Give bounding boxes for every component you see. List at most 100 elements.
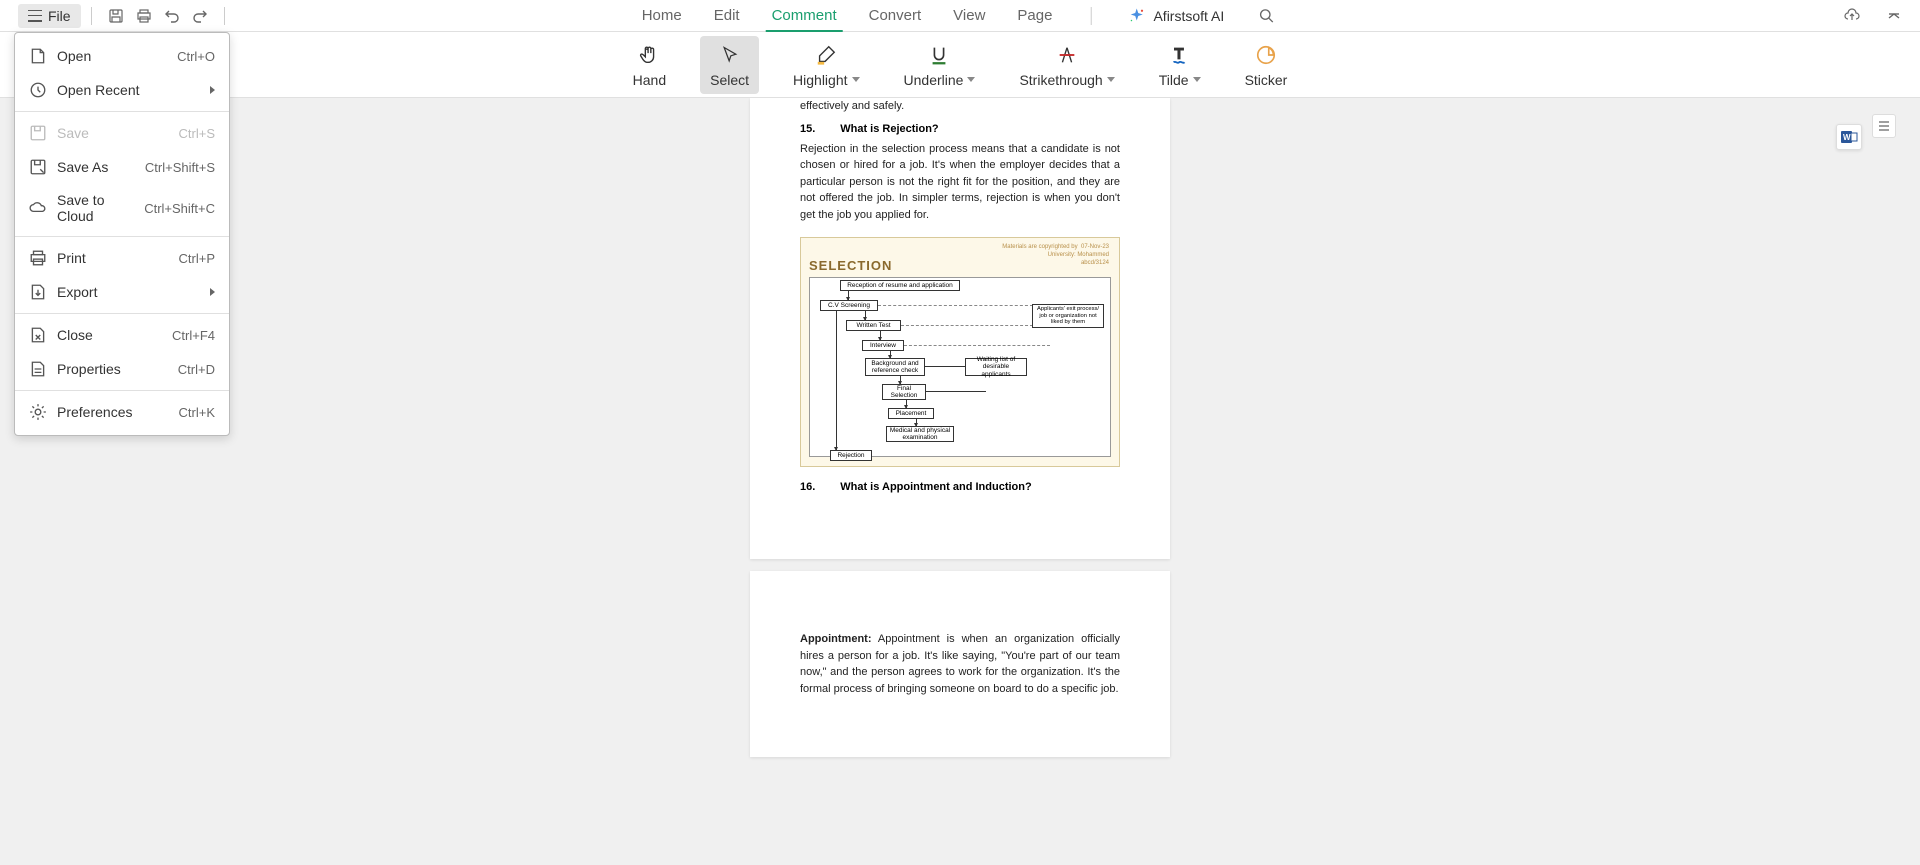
print-icon	[136, 8, 152, 24]
file-menu-button[interactable]: File	[18, 4, 81, 28]
ai-button[interactable]: Afirstsoft AI	[1127, 7, 1224, 25]
select-label: Select	[710, 72, 749, 88]
save-icon-button[interactable]	[102, 2, 130, 30]
separator	[15, 236, 229, 237]
save-as-icon	[29, 158, 47, 176]
separator	[15, 390, 229, 391]
sticker-label: Sticker	[1245, 72, 1288, 88]
redo-icon	[192, 8, 208, 24]
hand-tool[interactable]: Hand	[623, 36, 676, 94]
collapse-button[interactable]	[1880, 2, 1908, 30]
selection-flowchart-figure: Materials are copyrighted by 07-Nov-23 U…	[800, 237, 1120, 467]
search-icon	[1259, 8, 1274, 23]
undo-button[interactable]	[158, 2, 186, 30]
sticker-tool[interactable]: Sticker	[1235, 36, 1298, 94]
flowchart-box: Final Selection	[882, 384, 926, 400]
title-bar: File Home Edit Comment Convert View Page…	[0, 0, 1920, 32]
file-print[interactable]: Print Ctrl+P	[15, 241, 229, 275]
file-properties[interactable]: Properties Ctrl+D	[15, 352, 229, 386]
word-icon: W	[1840, 128, 1858, 146]
file-dropdown-menu: Open Ctrl+O Open Recent Save Ctrl+S Save…	[14, 32, 230, 436]
flowchart-box: Interview	[862, 340, 904, 351]
flowchart-box: Applicants' exit process/ job or organiz…	[1032, 304, 1104, 328]
body-text: Appointment: Appointment is when an orga…	[800, 631, 1120, 697]
flowchart-box: C.V Screening	[820, 300, 878, 311]
word-export-button[interactable]: W	[1836, 124, 1862, 150]
main-menu-bar: Home Edit Comment Convert View Page Afir…	[640, 0, 1281, 31]
body-text: Rejection in the selection process means…	[800, 141, 1120, 224]
panel-lines-icon	[1877, 119, 1891, 133]
heading-text: What is Appointment and Induction?	[840, 481, 1031, 493]
hamburger-icon	[28, 10, 42, 22]
highlight-label: Highlight	[793, 72, 847, 88]
strikethrough-icon	[1056, 44, 1078, 66]
strikethrough-label: Strikethrough	[1019, 72, 1102, 88]
redo-button[interactable]	[186, 2, 214, 30]
flowchart-box: Reception of resume and application	[840, 280, 960, 291]
menu-page[interactable]: Page	[1015, 0, 1054, 31]
flowchart-canvas: Reception of resume and application C.V …	[809, 277, 1111, 457]
chevron-down-icon	[1107, 77, 1115, 82]
strikethrough-tool[interactable]: Strikethrough	[1009, 36, 1124, 94]
separator	[91, 7, 92, 25]
sticker-icon	[1255, 44, 1277, 66]
export-icon	[29, 283, 47, 301]
question-heading-15: 15. What is Rejection?	[800, 123, 1120, 135]
file-menu-label: File	[48, 8, 71, 24]
file-open-recent[interactable]: Open Recent	[15, 73, 229, 107]
menu-view[interactable]: View	[951, 0, 987, 31]
underline-tool[interactable]: Underline	[894, 36, 986, 94]
chevron-down-icon	[967, 77, 975, 82]
flowchart-box: Background and reference check	[865, 358, 925, 376]
heading-number: 16.	[800, 481, 828, 493]
highlight-tool[interactable]: Highlight	[783, 36, 869, 94]
file-save-as[interactable]: Save As Ctrl+Shift+S	[15, 150, 229, 184]
chevron-down-icon	[852, 77, 860, 82]
tilde-label: Tilde	[1159, 72, 1189, 88]
select-tool[interactable]: Select	[700, 36, 759, 94]
menu-home[interactable]: Home	[640, 0, 684, 31]
flowchart-box: Medical and physical examination	[886, 426, 954, 442]
cloud-upload-icon	[1843, 7, 1861, 25]
side-panel-toggle[interactable]	[1872, 114, 1896, 138]
cloud-icon	[29, 199, 47, 217]
tilde-tool[interactable]: T Tilde	[1149, 36, 1211, 94]
file-close[interactable]: Close Ctrl+F4	[15, 318, 229, 352]
flowchart-box: Placement	[888, 408, 934, 419]
file-save: Save Ctrl+S	[15, 116, 229, 150]
search-button[interactable]	[1252, 2, 1280, 30]
separator	[15, 313, 229, 314]
save-icon	[108, 8, 124, 24]
file-icon	[29, 47, 47, 65]
cloud-button[interactable]	[1838, 2, 1866, 30]
menu-edit[interactable]: Edit	[712, 0, 742, 31]
hand-label: Hand	[633, 72, 666, 88]
underline-icon	[928, 44, 950, 66]
file-open[interactable]: Open Ctrl+O	[15, 39, 229, 73]
gear-icon	[29, 403, 47, 421]
file-export[interactable]: Export	[15, 275, 229, 309]
hand-icon	[638, 44, 660, 66]
menu-convert[interactable]: Convert	[867, 0, 924, 31]
cursor-icon	[720, 45, 740, 65]
highlight-icon	[815, 44, 837, 66]
chevron-right-icon	[210, 288, 215, 296]
flowchart-box: Written Test	[846, 320, 901, 331]
clock-icon	[29, 81, 47, 99]
menu-comment[interactable]: Comment	[770, 0, 839, 31]
figure-metadata: Materials are copyrighted by 07-Nov-23 U…	[1002, 244, 1109, 267]
print-icon-button[interactable]	[130, 2, 158, 30]
chevron-right-icon	[210, 86, 215, 94]
chevron-up-icon	[1886, 8, 1902, 24]
heading-number: 15.	[800, 123, 828, 135]
document-viewport[interactable]: effectively and safely. 15. What is Reje…	[0, 98, 1920, 865]
file-preferences[interactable]: Preferences Ctrl+K	[15, 395, 229, 429]
file-save-cloud[interactable]: Save to Cloud Ctrl+Shift+C	[15, 184, 229, 232]
separator	[1090, 7, 1091, 25]
save-icon	[29, 124, 47, 142]
print-icon	[29, 249, 47, 267]
close-file-icon	[29, 326, 47, 344]
document-page-2: Appointment: Appointment is when an orga…	[750, 571, 1170, 757]
chevron-down-icon	[1193, 77, 1201, 82]
question-heading-16: 16. What is Appointment and Induction?	[800, 481, 1120, 493]
